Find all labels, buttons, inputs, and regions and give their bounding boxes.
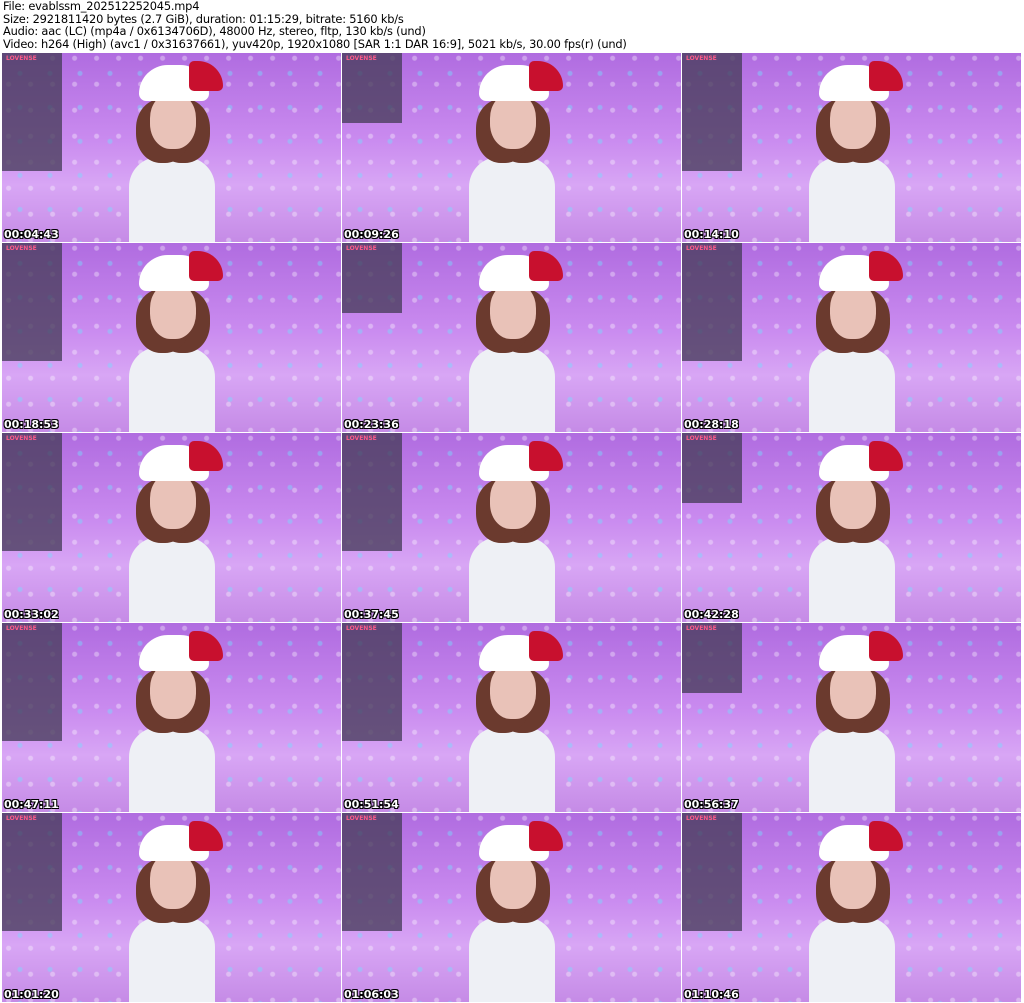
tip-menu-overlay: LOVENSE [2,623,62,741]
person-figure [117,441,227,622]
thumbnail-timestamp: 00:37:45 [344,608,399,621]
thumbnail-timestamp: 01:10:46 [684,988,739,1001]
video-thumbnail: LOVENSE 00:28:18 [682,243,1021,432]
video-thumbnail: LOVENSE 00:14:10 [682,53,1021,242]
overlay-brand: LOVENSE [686,815,717,822]
overlay-brand: LOVENSE [346,245,377,252]
audio-info: Audio: aac (LC) (mp4a / 0x6134706D), 480… [3,24,426,38]
person-figure [797,61,907,242]
thumbnail-grid: LOVENSE 00:04:43 LOVENSE 00:09:26 LOVENSE 00:… [2,53,1023,1002]
video-thumbnail: LOVENSE 00:47:11 [2,623,341,812]
video-thumbnail: LOVENSE 00:42:28 [682,433,1021,622]
thumbnail-timestamp: 01:01:20 [4,988,59,1001]
thumbnail-timestamp: 00:14:10 [684,228,739,241]
video-thumbnail: LOVENSE 00:33:02 [2,433,341,622]
tip-menu-overlay: LOVENSE [682,53,742,171]
thumbnail-timestamp: 01:06:03 [344,988,399,1001]
thumbnail-timestamp: 00:09:26 [344,228,399,241]
person-figure [797,631,907,812]
video-thumbnail: LOVENSE 00:18:53 [2,243,341,432]
video-thumbnail: LOVENSE 01:10:46 [682,813,1021,1002]
person-figure [117,631,227,812]
tip-menu-overlay: LOVENSE [682,433,742,503]
video-thumbnail: LOVENSE 01:06:03 [342,813,681,1002]
file-name: File: evablssm_202512252045.mp4 [3,0,200,13]
person-figure [797,441,907,622]
tip-menu-overlay: LOVENSE [2,243,62,361]
video-thumbnail: LOVENSE 00:51:54 [342,623,681,812]
thumbnail-timestamp: 00:33:02 [4,608,59,621]
tip-menu-overlay: LOVENSE [342,53,402,123]
person-figure [457,821,567,1002]
video-thumbnail: LOVENSE 00:04:43 [2,53,341,242]
thumbnail-timestamp: 00:51:54 [344,798,399,811]
person-figure [117,251,227,432]
overlay-brand: LOVENSE [346,625,377,632]
tip-menu-overlay: LOVENSE [682,813,742,931]
overlay-brand: LOVENSE [6,55,37,62]
thumbnail-timestamp: 00:56:37 [684,798,739,811]
overlay-brand: LOVENSE [346,815,377,822]
video-thumbnail: LOVENSE 00:37:45 [342,433,681,622]
thumbnail-timestamp: 00:47:11 [4,798,59,811]
tip-menu-overlay: LOVENSE [342,433,402,551]
tip-menu-overlay: LOVENSE [2,433,62,551]
overlay-brand: LOVENSE [346,55,377,62]
tip-menu-overlay: LOVENSE [342,243,402,313]
overlay-brand: LOVENSE [686,55,717,62]
person-figure [457,251,567,432]
overlay-brand: LOVENSE [6,435,37,442]
tip-menu-overlay: LOVENSE [682,243,742,361]
video-thumbnail: LOVENSE 00:56:37 [682,623,1021,812]
person-figure [457,61,567,242]
person-figure [797,251,907,432]
thumbnail-timestamp: 00:42:28 [684,608,739,621]
thumbnail-timestamp: 00:28:18 [684,418,739,431]
file-info-header: File: evablssm_202512252045.mp4 Size: 29… [3,0,627,50]
overlay-brand: LOVENSE [6,625,37,632]
thumbnail-timestamp: 00:18:53 [4,418,59,431]
thumbnail-timestamp: 00:23:36 [344,418,399,431]
video-info: Video: h264 (High) (avc1 / 0x31637661), … [3,36,627,51]
overlay-brand: LOVENSE [346,435,377,442]
person-figure [797,821,907,1002]
video-thumbnail: LOVENSE 01:01:20 [2,813,341,1002]
overlay-brand: LOVENSE [686,435,717,442]
person-figure [117,61,227,242]
video-thumbnail: LOVENSE 00:23:36 [342,243,681,432]
person-figure [457,441,567,622]
overlay-brand: LOVENSE [686,245,717,252]
person-figure [457,631,567,812]
overlay-brand: LOVENSE [6,815,37,822]
tip-menu-overlay: LOVENSE [2,813,62,931]
video-thumbnail: LOVENSE 00:09:26 [342,53,681,242]
person-figure [117,821,227,1002]
overlay-brand: LOVENSE [686,625,717,632]
tip-menu-overlay: LOVENSE [2,53,62,171]
overlay-brand: LOVENSE [6,245,37,252]
tip-menu-overlay: LOVENSE [682,623,742,693]
tip-menu-overlay: LOVENSE [342,623,402,741]
thumbnail-timestamp: 00:04:43 [4,228,59,241]
tip-menu-overlay: LOVENSE [342,813,402,931]
